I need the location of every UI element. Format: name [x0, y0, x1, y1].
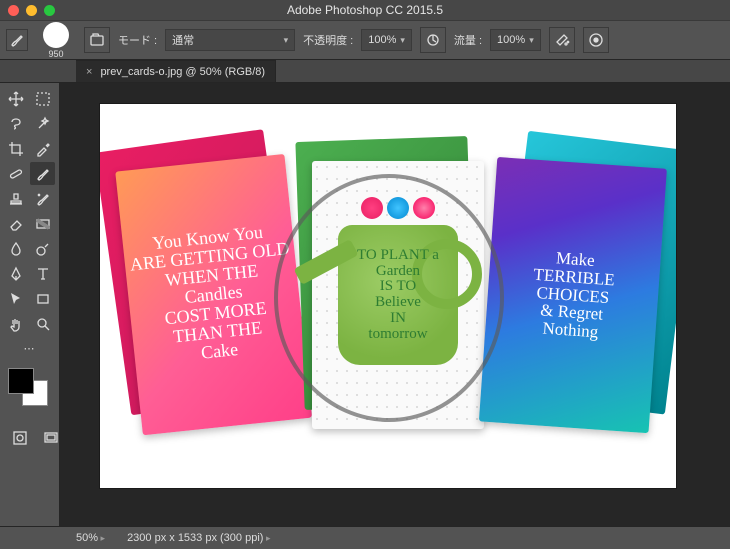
opacity-input[interactable]: 100% — [361, 29, 412, 51]
type-icon — [35, 266, 51, 282]
quick-mask-icon — [12, 430, 28, 446]
brush-tool[interactable] — [30, 162, 55, 185]
eraser-icon — [8, 216, 24, 232]
stamp-icon — [8, 191, 24, 207]
move-icon — [8, 91, 24, 107]
eyedropper-icon — [35, 141, 51, 157]
bandaid-icon — [8, 166, 24, 182]
drop-icon — [8, 241, 24, 257]
history-brush-tool[interactable] — [30, 187, 55, 210]
card-stack-2: TO PLANT a Garden IS TO Believe IN tomor… — [300, 139, 485, 449]
current-tool-indicator[interactable] — [6, 29, 28, 51]
zoom-window-button[interactable] — [44, 5, 55, 16]
foreground-color[interactable] — [8, 368, 34, 394]
lasso-icon — [8, 116, 24, 132]
clone-stamp-tool[interactable] — [3, 187, 28, 210]
type-tool[interactable] — [30, 262, 55, 285]
zoom-tool[interactable] — [30, 312, 55, 335]
brush-size-value: 950 — [48, 49, 63, 59]
artwork-content: You Know You ARE GETTING OLD WHEN THE Ca… — [100, 104, 676, 488]
magnifier-icon — [35, 316, 51, 332]
crop-tool[interactable] — [3, 137, 28, 160]
document-tab[interactable]: × prev_cards-o.jpg @ 50% (RGB/8) — [76, 60, 276, 82]
card-stack-1: You Know You ARE GETTING OLD WHEN THE Ca… — [100, 130, 311, 447]
tablet-pressure-size-icon — [588, 32, 604, 48]
tablet-pressure-opacity-icon — [425, 32, 441, 48]
shape-tool[interactable] — [30, 287, 55, 310]
eyedropper-tool[interactable] — [30, 137, 55, 160]
flow-label: 流量 : — [454, 32, 482, 48]
hand-icon — [8, 316, 24, 332]
brush-panel-toggle[interactable] — [84, 27, 110, 53]
canvas-area[interactable]: You Know You ARE GETTING OLD WHEN THE Ca… — [60, 83, 730, 526]
card-3: Make TERRIBLE CHOICES & Regret Nothing — [479, 157, 667, 433]
card-1: You Know You ARE GETTING OLD WHEN THE Ca… — [115, 154, 312, 435]
card-2-text: TO PLANT a Garden IS TO Believe IN tomor… — [357, 248, 439, 343]
brush-preview-icon — [43, 22, 69, 48]
flowers-icon — [353, 197, 443, 237]
zoom-level[interactable]: 50% — [76, 532, 105, 544]
card-stack-3: Make TERRIBLE CHOICES & Regret Nothing — [477, 133, 676, 455]
gradient-tool[interactable] — [30, 212, 55, 235]
opacity-value: 100% — [368, 34, 396, 46]
mode-label: モード : — [118, 32, 157, 48]
folder-brush-icon — [89, 32, 105, 48]
move-tool[interactable] — [3, 87, 28, 110]
gradient-icon — [35, 216, 51, 232]
rectangle-icon — [35, 291, 51, 307]
blend-mode-value: 通常 — [172, 32, 194, 48]
arrow-icon — [8, 291, 24, 307]
blend-mode-select[interactable]: 通常 — [165, 29, 295, 51]
flow-value: 100% — [497, 34, 525, 46]
opacity-label: 不透明度 : — [303, 32, 353, 48]
color-swatch[interactable] — [8, 368, 52, 408]
pen-icon — [8, 266, 24, 282]
hand-tool[interactable] — [3, 312, 28, 335]
options-bar: 950 モード : 通常 不透明度 : 100% 流量 : 100% — [0, 20, 730, 60]
lasso-tool[interactable] — [3, 112, 28, 135]
document-tab-bar: × prev_cards-o.jpg @ 50% (RGB/8) — [0, 60, 730, 83]
quick-mask-toggle[interactable] — [7, 426, 32, 449]
app-title: Adobe Photoshop CC 2015.5 — [0, 3, 730, 17]
close-window-button[interactable] — [8, 5, 19, 16]
blur-tool[interactable] — [3, 237, 28, 260]
healing-brush-tool[interactable] — [3, 162, 28, 185]
document-tab-title: prev_cards-o.jpg @ 50% (RGB/8) — [100, 66, 265, 78]
brush-preset-picker[interactable]: 950 — [36, 22, 76, 59]
flow-input[interactable]: 100% — [490, 29, 541, 51]
pressure-for-size-toggle[interactable] — [583, 27, 609, 53]
pen-tool[interactable] — [3, 262, 28, 285]
minimize-window-button[interactable] — [26, 5, 37, 16]
window-controls — [8, 5, 55, 16]
airbrush-toggle[interactable] — [549, 27, 575, 53]
magic-wand-tool[interactable] — [30, 112, 55, 135]
document-canvas[interactable]: You Know You ARE GETTING OLD WHEN THE Ca… — [100, 104, 676, 488]
eraser-tool[interactable] — [3, 212, 28, 235]
dodge-icon — [35, 241, 51, 257]
wand-icon — [35, 116, 51, 132]
toolbox: ⋯ — [0, 83, 60, 526]
status-bar: 50% 2300 px x 1533 px (300 ppi) — [0, 526, 730, 549]
screen-mode-icon — [43, 430, 59, 446]
dodge-tool[interactable] — [30, 237, 55, 260]
brush-tool-icon — [35, 166, 51, 182]
crop-icon — [8, 141, 24, 157]
main-area: ⋯ You Know You ARE GETTING OLD WHEN THE … — [0, 83, 730, 526]
marquee-icon — [35, 91, 51, 107]
marquee-tool[interactable] — [30, 87, 55, 110]
document-info[interactable]: 2300 px x 1533 px (300 ppi) — [127, 532, 270, 544]
more-tools[interactable]: ⋯ — [3, 337, 55, 360]
card-2: TO PLANT a Garden IS TO Believe IN tomor… — [312, 161, 484, 429]
history-brush-icon — [35, 191, 51, 207]
titlebar: Adobe Photoshop CC 2015.5 — [0, 0, 730, 20]
pressure-for-opacity-toggle[interactable] — [420, 27, 446, 53]
card-3-text: Make TERRIBLE CHOICES & Regret Nothing — [529, 248, 616, 343]
brush-icon — [9, 32, 25, 48]
card-1-text: You Know You ARE GETTING OLD WHEN THE Ca… — [127, 221, 300, 369]
airbrush-icon — [554, 32, 570, 48]
close-tab-icon[interactable]: × — [86, 66, 92, 78]
path-select-tool[interactable] — [3, 287, 28, 310]
